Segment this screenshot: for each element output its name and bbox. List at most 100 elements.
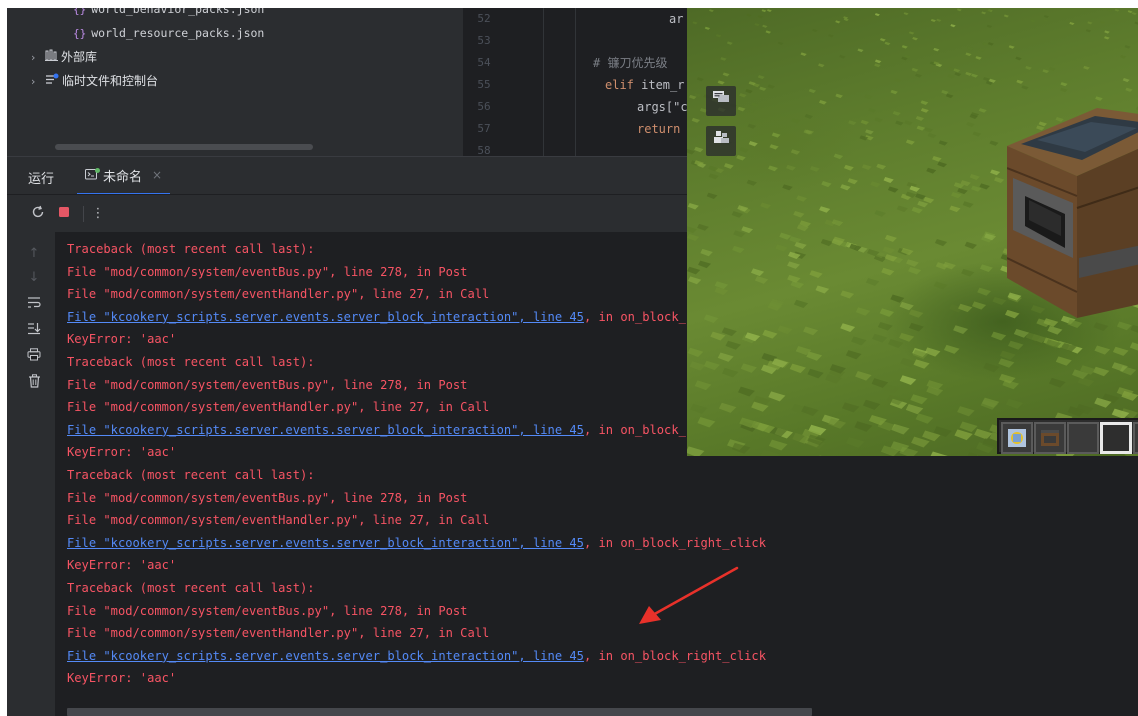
console-text: , in on_block_right_click: [583, 648, 766, 663]
source-link[interactable]: File "kcookery_scripts.server.events.ser…: [67, 649, 584, 663]
hotbar-slot[interactable]: [1034, 422, 1066, 454]
soft-wrap-icon[interactable]: [26, 296, 42, 312]
console-error-line: File "mod/common/system/eventHandler.py"…: [67, 283, 489, 306]
chevron-right-icon[interactable]: ›: [31, 48, 45, 68]
console-error-line: Traceback (most recent call last):: [67, 351, 315, 374]
console-text: , in on_block_right_click: [583, 535, 766, 550]
line-number: 55: [477, 78, 491, 91]
run-config-icon: [85, 167, 100, 183]
game-window[interactable]: [687, 8, 1138, 456]
console-text: File "mod/common/system/eventBus.py", li…: [67, 603, 468, 618]
chat-icon[interactable]: [706, 86, 736, 116]
tree-item-label: world_resource_packs.json: [91, 26, 265, 40]
json-file-icon: {}: [73, 27, 87, 40]
run-title: 运行: [28, 172, 55, 187]
code-keyword: elif: [605, 78, 634, 92]
console-error-line: Traceback (most recent call last):: [67, 238, 315, 261]
trash-icon[interactable]: [26, 374, 42, 390]
code-text: args["c: [637, 100, 687, 114]
source-link[interactable]: File "kcookery_scripts.server.events.ser…: [67, 310, 584, 324]
line-number: 57: [477, 122, 491, 135]
console-error-line: File "mod/common/system/eventHandler.py"…: [67, 509, 489, 532]
up-arrow-icon[interactable]: ↑: [26, 246, 42, 262]
console-text: KeyError: 'aac': [67, 558, 177, 573]
console-text: File "mod/common/system/eventHandler.py"…: [67, 287, 490, 302]
run-toolwindow-header: 运行 未命名 ×: [7, 156, 687, 195]
console-error-line: File "mod/common/system/eventBus.py", li…: [67, 487, 467, 510]
project-tree: {} world_behavior_packs.json {} world_reso…: [7, 8, 462, 156]
code-keyword: return: [637, 122, 681, 136]
code-editor[interactable]: 52 53 54 55 56 57 58 ar # 镰刀优先级 elif ite…: [462, 8, 687, 156]
console-text: Traceback (most recent call last):: [67, 581, 315, 595]
console-text: Traceback (most recent call last):: [67, 355, 315, 369]
console-traceback-link-line[interactable]: File "kcookery_scripts.server.events.ser…: [67, 645, 766, 668]
tree-item-label: world_behavior_packs.json: [91, 8, 265, 16]
console-text: File "mod/common/system/eventBus.py", li…: [67, 377, 468, 392]
code-line: return: [637, 118, 680, 140]
code-line: elif item_r: [605, 74, 684, 96]
line-number: 56: [477, 100, 491, 113]
console-error-line: KeyError: 'aac': [67, 667, 176, 690]
console-traceback-link-line[interactable]: File "kcookery_scripts.server.events.ser…: [67, 306, 766, 329]
code-text: ar: [669, 12, 684, 26]
players-icon[interactable]: [706, 126, 736, 156]
source-link[interactable]: File "kcookery_scripts.server.events.ser…: [67, 423, 584, 437]
ide-window: {} world_behavior_packs.json {} world_reso…: [7, 8, 1138, 716]
code-comment: # 镰刀优先级: [593, 56, 668, 70]
hotbar: [997, 418, 1138, 454]
console-text: Traceback (most recent call last):: [67, 242, 315, 256]
console-text: File "mod/common/system/eventBus.py", li…: [67, 490, 468, 505]
console-error-line: File "mod/common/system/eventHandler.py"…: [67, 622, 489, 645]
console-error-line: File "mod/common/system/eventBus.py", li…: [67, 374, 467, 397]
scroll-to-end-icon[interactable]: [26, 322, 42, 338]
tree-item-scratches[interactable]: › 临时文件和控制台: [31, 71, 158, 91]
console-error-line: File "mod/common/system/eventBus.py", li…: [67, 261, 467, 284]
console-horizontal-scrollbar[interactable]: [67, 708, 812, 716]
code-text: item_r: [633, 78, 685, 92]
indent-guide: [543, 8, 544, 156]
tree-item-label: 外部库: [61, 50, 98, 64]
close-icon[interactable]: ×: [152, 168, 162, 182]
hotbar-slot[interactable]: [1001, 422, 1033, 454]
code-line: ar: [669, 8, 683, 30]
console-error-line: KeyError: 'aac': [67, 554, 176, 577]
down-arrow-icon[interactable]: ↓: [26, 270, 42, 286]
toolbar-separator: [83, 206, 84, 222]
tree-item-json[interactable]: {} world_behavior_packs.json: [73, 8, 264, 19]
console-traceback-link-line[interactable]: File "kcookery_scripts.server.events.ser…: [67, 419, 766, 442]
tree-item-json[interactable]: {} world_resource_packs.json: [73, 23, 264, 43]
tab-untitled[interactable]: 未命名 ×: [77, 157, 171, 195]
stop-icon[interactable]: [55, 205, 73, 223]
console-gutter: ↑ ↓: [7, 232, 55, 716]
line-number: 58: [477, 144, 491, 156]
game-side-toolbar: [706, 86, 736, 168]
print-icon[interactable]: [26, 348, 42, 364]
console-traceback-link-line[interactable]: File "kcookery_scripts.server.events.ser…: [67, 532, 766, 555]
console-error-line: File "mod/common/system/eventBus.py", li…: [67, 600, 467, 623]
tree-item-external-libs[interactable]: › 外部库: [31, 47, 97, 67]
source-link[interactable]: File "kcookery_scripts.server.events.ser…: [67, 536, 584, 550]
hotbar-slot[interactable]: [1067, 422, 1099, 454]
line-number: 54: [477, 56, 491, 69]
console-text: File "mod/common/system/eventHandler.py"…: [67, 626, 490, 641]
tree-scrollbar[interactable]: [55, 144, 313, 150]
line-number: 52: [477, 12, 491, 25]
console-error-line: File "mod/common/system/eventHandler.py"…: [67, 396, 489, 419]
line-number: 53: [477, 34, 491, 47]
library-icon: [45, 47, 58, 67]
chevron-right-icon[interactable]: ›: [31, 72, 45, 92]
code-line: # 镰刀优先级: [593, 52, 667, 74]
hotbar-slot[interactable]: [1133, 422, 1138, 454]
annotation-arrow: [639, 566, 739, 624]
console-text: File "mod/common/system/eventBus.py", li…: [67, 264, 468, 279]
run-toolbar: ⋮: [7, 194, 687, 232]
rerun-icon[interactable]: [29, 205, 47, 223]
more-icon[interactable]: ⋮: [89, 205, 107, 223]
console-error-line: KeyError: 'aac': [67, 441, 176, 464]
console-text: File "mod/common/system/eventHandler.py"…: [67, 400, 490, 415]
furnace-block[interactable]: [1007, 108, 1138, 318]
hotbar-slot-selected[interactable]: [1100, 422, 1132, 454]
console-text: KeyError: 'aac': [67, 445, 177, 460]
console-text: KeyError: 'aac': [67, 671, 177, 686]
console-error-line: KeyError: 'aac': [67, 328, 176, 351]
